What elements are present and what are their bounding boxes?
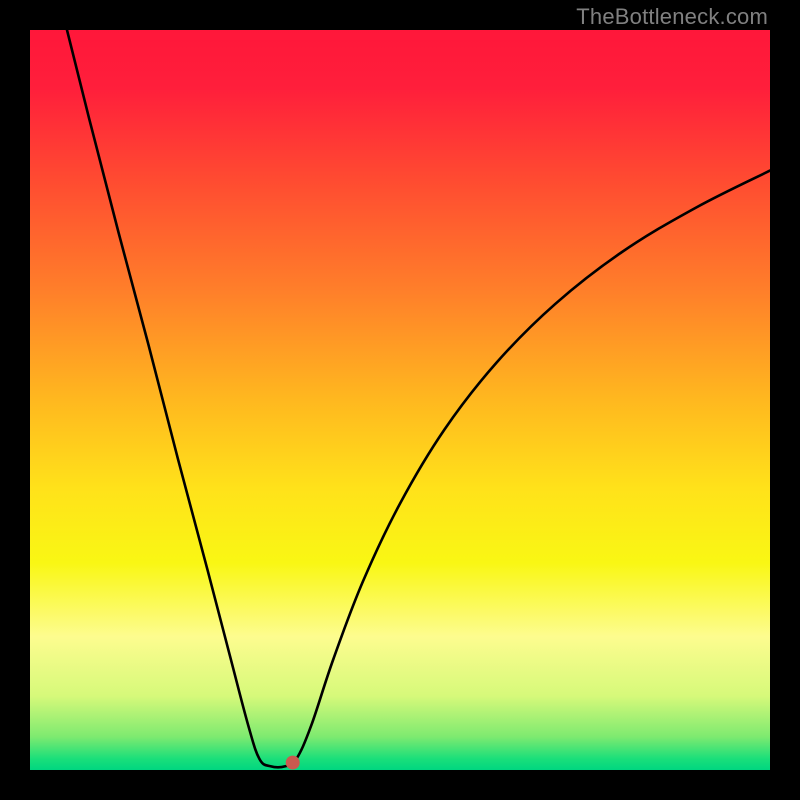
bottleneck-chart (30, 30, 770, 770)
chart-background (30, 30, 770, 770)
watermark-text: TheBottleneck.com (576, 4, 768, 30)
optimal-point-marker (286, 756, 300, 770)
chart-frame (30, 30, 770, 770)
